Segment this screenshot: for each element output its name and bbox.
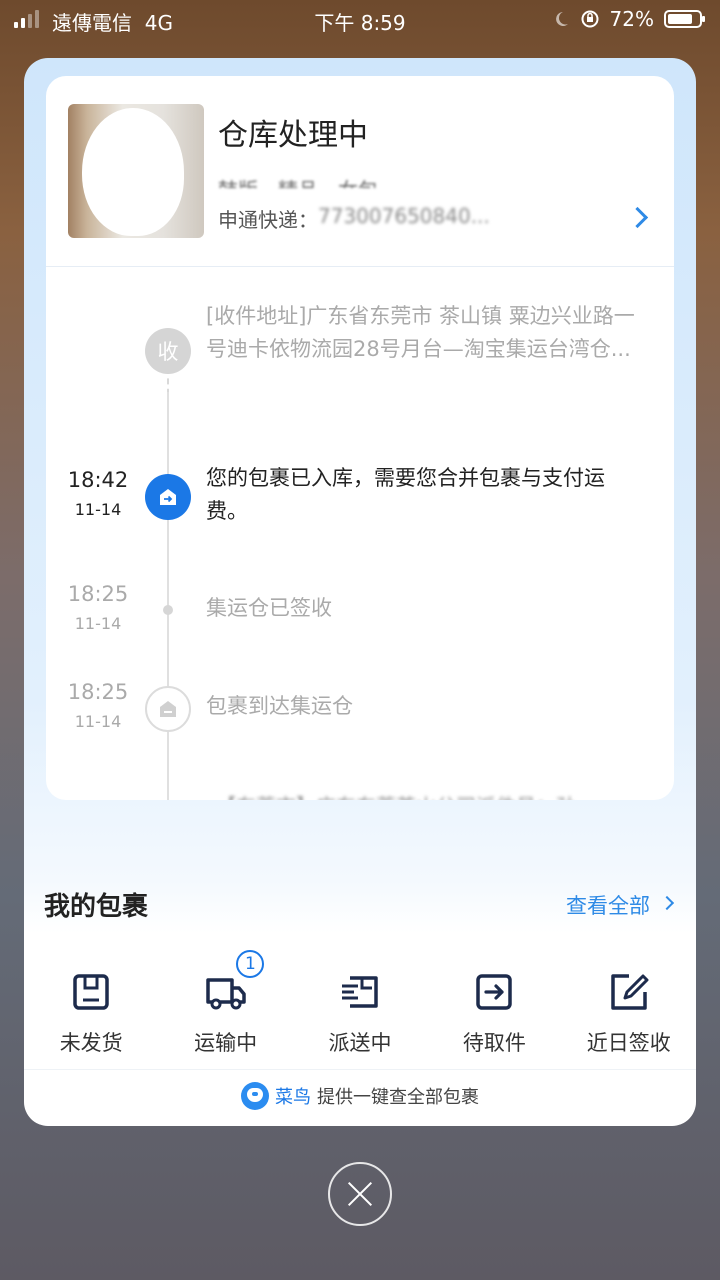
receive-address-icon: 收 (145, 328, 191, 374)
courier-line: 申通快递： 773007650840... (218, 204, 490, 233)
timeline-event-text: 集运仓已签收 (206, 596, 332, 620)
view-all-link[interactable]: 查看全部 (566, 890, 650, 920)
close-button[interactable] (328, 1162, 392, 1226)
truck-icon (205, 978, 246, 1010)
delivery-icon (341, 976, 378, 1008)
status-bar: 遠傳電信 4G 下午 8:59 72% (0, 0, 720, 40)
timeline-event-address: [收件地址]广东省东莞市 茶山镇 粟边兴业路一号迪卡依物流园28号月台—淘宝集运… (206, 304, 635, 361)
courier-label: 申通快递： (218, 208, 318, 232)
shipment-status-title: 仓库处理中 (218, 118, 368, 153)
pickup-icon (476, 974, 513, 1010)
warehouse-arrow-icon (145, 474, 191, 520)
footer-brand: 菜鸟 (275, 1087, 311, 1108)
timeline-event-time: 18:42 11-14 (67, 468, 129, 519)
divider (24, 1069, 696, 1070)
category-to-pickup[interactable]: 待取件 (427, 956, 561, 1056)
timeline-event-time: 18:25 11-14 (67, 582, 129, 633)
battery-icon (664, 10, 705, 28)
shipment-card[interactable]: 仓库处理中 韩版…精品…女包… 申通快递： 773007650840... 收 … (46, 76, 674, 800)
shipment-product-name: 韩版…精品…女包… (218, 174, 398, 188)
divider (46, 266, 674, 267)
package-categories: 未发货 1 运输中 派送中 待取件 近日签收 (24, 950, 696, 1056)
warehouse-icon (145, 686, 191, 732)
timeline-event-partial: 【东莞市】广东东莞茶山公司派件员：孙 (216, 790, 576, 800)
footer-text: 提供一键查全部包裹 (317, 1087, 479, 1108)
category-in-transit[interactable]: 1 运输中 (158, 950, 292, 1056)
cainiao-footer: 菜鸟 提供一键查全部包裹 (24, 1082, 696, 1110)
tracking-number: 773007650840... (318, 204, 490, 228)
category-unshipped[interactable]: 未发货 (24, 956, 158, 1056)
in-transit-badge: 1 (236, 950, 265, 978)
chevron-right-icon[interactable] (659, 895, 675, 911)
product-thumbnail (68, 104, 204, 238)
rotation-lock-icon (581, 10, 599, 28)
timeline-event-text: 您的包裹已入库，需要您合并包裹与支付运费。 (206, 466, 605, 523)
category-recently-signed[interactable]: 近日签收 (562, 956, 696, 1056)
timeline-rail (167, 392, 169, 800)
signed-icon (611, 974, 649, 1010)
category-delivering[interactable]: 派送中 (293, 956, 427, 1056)
battery-percent: 72% (609, 7, 654, 31)
timeline-event-time: 18:25 11-14 (67, 680, 129, 731)
package-sheet: 仓库处理中 韩版…精品…女包… 申通快递： 773007650840... 收 … (24, 58, 696, 1126)
moon-icon (555, 12, 568, 26)
box-icon (73, 974, 109, 1010)
timeline-event-text: 包裹到达集运仓 (206, 694, 353, 718)
cainiao-logo-icon (241, 1082, 269, 1110)
timeline-dot (163, 605, 173, 615)
chevron-right-icon[interactable] (626, 206, 649, 229)
my-packages-title: 我的包裹 (44, 892, 149, 922)
